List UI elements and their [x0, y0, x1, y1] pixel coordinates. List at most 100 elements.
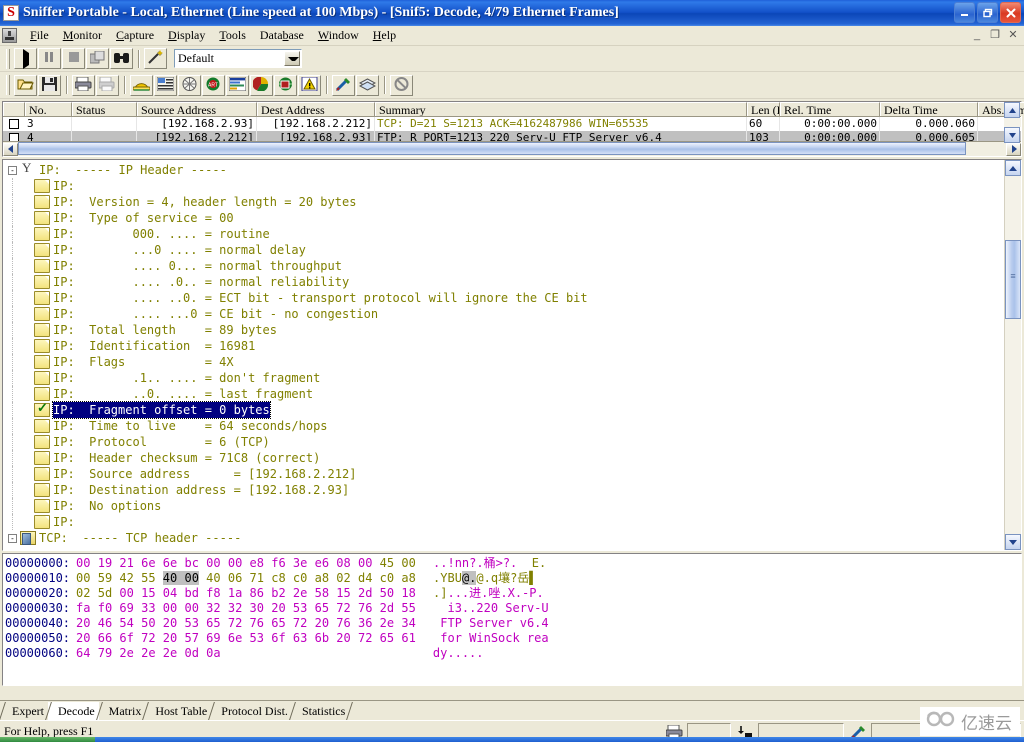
- hex-byte[interactable]: 08: [336, 556, 350, 570]
- hex-bytes[interactable]: fa f0 69 33 00 00 32 32 30 20 53 65 72 7…: [76, 601, 423, 616]
- hex-byte[interactable]: 76: [250, 616, 264, 630]
- tree-row[interactable]: IP: Header checksum = 71C8 (correct): [3, 450, 1004, 466]
- capture-wizard-button[interactable]: [144, 48, 167, 69]
- hex-byte[interactable]: 33: [141, 601, 155, 615]
- host-table-button[interactable]: [226, 74, 249, 96]
- hex-byte[interactable]: 00: [358, 556, 372, 570]
- hex-byte[interactable]: 66: [98, 631, 112, 645]
- hex-bytes[interactable]: 20 66 6f 72 20 57 69 6e 53 6f 63 6b 20 7…: [76, 631, 423, 646]
- hex-byte[interactable]: 72: [228, 616, 242, 630]
- mdi-restore-button[interactable]: ❐: [988, 28, 1002, 42]
- hex-byte[interactable]: 86: [250, 586, 264, 600]
- protocol-dist-button[interactable]: [250, 74, 273, 96]
- scroll-up-icon[interactable]: [1004, 102, 1020, 118]
- hex-bytes[interactable]: 00 19 21 6e 6e bc 00 00 e8 f6 3e e6 08 0…: [76, 556, 423, 571]
- hex-byte[interactable]: 58: [315, 586, 329, 600]
- hex-byte[interactable]: 57: [184, 631, 198, 645]
- table-row[interactable]: 3 [192.168.2.93] [192.168.2.212] TCP: D=21 …: [3, 117, 1021, 131]
- hex-byte[interactable]: 65: [315, 601, 329, 615]
- hex-dump-row[interactable]: 00000030: fa f0 69 33 00 00 32 32 30 20 5…: [5, 601, 1021, 616]
- menu-item-display[interactable]: Display: [161, 27, 212, 44]
- hex-byte[interactable]: 1a: [228, 586, 242, 600]
- hex-dump-row[interactable]: 00000000: 00 19 21 6e 6e bc 00 00 e8 f6 3…: [5, 556, 1021, 571]
- hex-ascii[interactable]: .YBU@.@.q壤?岳▌: [433, 571, 537, 586]
- hex-byte[interactable]: 2e: [380, 616, 394, 630]
- hex-byte[interactable]: c8: [271, 571, 285, 585]
- hex-dump-pane[interactable]: 00000000: 00 19 21 6e 6e bc 00 00 e8 f6 3…: [2, 553, 1022, 686]
- hex-ascii[interactable]: dy.....: [433, 646, 484, 661]
- tab-host-table[interactable]: Host Table: [145, 702, 216, 720]
- tab-decode[interactable]: Decode: [48, 702, 103, 720]
- layers-button[interactable]: [356, 74, 379, 96]
- tree-row[interactable]: IP: .... 0... = normal throughput: [3, 258, 1004, 274]
- tree-row[interactable]: IP: Source address = [192.168.2.212]: [3, 466, 1004, 482]
- tab-expert[interactable]: Expert: [2, 702, 52, 720]
- hex-ascii[interactable]: for WinSock rea: [433, 631, 548, 646]
- hex-byte[interactable]: 00: [401, 556, 415, 570]
- hex-byte[interactable]: 55: [401, 601, 415, 615]
- column-header-rel-time[interactable]: Rel. Time: [780, 102, 880, 116]
- tab-statistics[interactable]: Statistics: [291, 702, 354, 720]
- hex-byte[interactable]: d4: [358, 571, 372, 585]
- hex-byte[interactable]: 00: [76, 556, 90, 570]
- tree-row[interactable]: IP: No options: [3, 498, 1004, 514]
- save-button[interactable]: [38, 74, 61, 96]
- hex-byte[interactable]: 18: [401, 586, 415, 600]
- hex-byte[interactable]: 79: [98, 646, 112, 660]
- packet-list-body[interactable]: 3 [192.168.2.93] [192.168.2.212] TCP: D=21 …: [3, 117, 1021, 141]
- hex-byte[interactable]: 00: [206, 556, 220, 570]
- row-checkbox[interactable]: [3, 117, 25, 131]
- hex-byte[interactable]: 15: [141, 586, 155, 600]
- column-header-len-b[interactable]: Len (B): [747, 102, 780, 116]
- hex-byte[interactable]: 50: [380, 586, 394, 600]
- main-toolbar-grip[interactable]: [6, 75, 10, 95]
- decode-tree-list[interactable]: - IP: ----- IP Header ----- IP: IP: Version…: [3, 160, 1004, 550]
- hex-byte[interactable]: 00: [119, 586, 133, 600]
- hex-byte[interactable]: 5d: [98, 586, 112, 600]
- hex-byte[interactable]: 6f: [271, 631, 285, 645]
- mdi-document-icon[interactable]: [2, 28, 17, 43]
- hex-byte[interactable]: 65: [380, 631, 394, 645]
- hex-byte[interactable]: 2d: [358, 586, 372, 600]
- hex-byte[interactable]: 69: [119, 601, 133, 615]
- hscroll-track[interactable]: [18, 142, 1006, 156]
- hex-byte[interactable]: 46: [98, 616, 112, 630]
- hex-byte[interactable]: 45: [380, 556, 394, 570]
- hex-byte[interactable]: bc: [184, 556, 198, 570]
- hex-byte[interactable]: c0: [293, 571, 307, 585]
- hex-byte[interactable]: c0: [380, 571, 394, 585]
- hex-byte[interactable]: a8: [401, 571, 415, 585]
- table-row[interactable]: 4 [192.168.2.212] [192.168.2.93] FTP: R POR…: [3, 131, 1021, 141]
- expert-button[interactable]: [130, 74, 153, 96]
- hex-byte[interactable]: 20: [76, 616, 90, 630]
- hex-ascii[interactable]: FTP Server v6.4: [433, 616, 548, 631]
- hex-byte[interactable]: f8: [206, 586, 220, 600]
- tree-row[interactable]: IP: Total length = 89 bytes: [3, 322, 1004, 338]
- tree-scroll-up-icon[interactable]: [1005, 160, 1021, 176]
- hex-byte[interactable]: 20: [163, 631, 177, 645]
- menu-item-file[interactable]: File: [23, 27, 56, 44]
- hex-byte[interactable]: 00: [184, 571, 199, 585]
- tools-button[interactable]: [332, 74, 355, 96]
- hex-byte[interactable]: 72: [336, 601, 350, 615]
- tree-row[interactable]: IP: ..0. .... = last fragment: [3, 386, 1004, 402]
- hex-byte[interactable]: 6b: [315, 631, 329, 645]
- column-header-summary[interactable]: Summary: [375, 102, 747, 116]
- hex-byte[interactable]: 63: [293, 631, 307, 645]
- column-header-source-address[interactable]: Source Address: [137, 102, 257, 116]
- hex-byte[interactable]: f6: [271, 556, 285, 570]
- hex-byte[interactable]: 72: [358, 631, 372, 645]
- hex-byte[interactable]: 40: [162, 571, 178, 585]
- hex-byte[interactable]: 20: [271, 601, 285, 615]
- packet-list-vscrollbar[interactable]: [1004, 102, 1021, 156]
- mdi-minimize-button[interactable]: _: [970, 28, 984, 42]
- hex-bytes[interactable]: 64 79 2e 2e 2e 0d 0a: [76, 646, 423, 661]
- tab-protocol-dist[interactable]: Protocol Dist.: [211, 702, 296, 720]
- row-checkbox[interactable]: [3, 131, 25, 141]
- scroll-down-icon[interactable]: [1004, 127, 1020, 143]
- tree-row[interactable]: - TCP: ----- TCP header -----: [3, 530, 1004, 546]
- packet-list-hscrollbar[interactable]: [3, 141, 1021, 156]
- hex-byte[interactable]: 76: [358, 601, 372, 615]
- tree-scroll-track[interactable]: [1005, 176, 1021, 534]
- pause-capture-button[interactable]: [38, 48, 61, 69]
